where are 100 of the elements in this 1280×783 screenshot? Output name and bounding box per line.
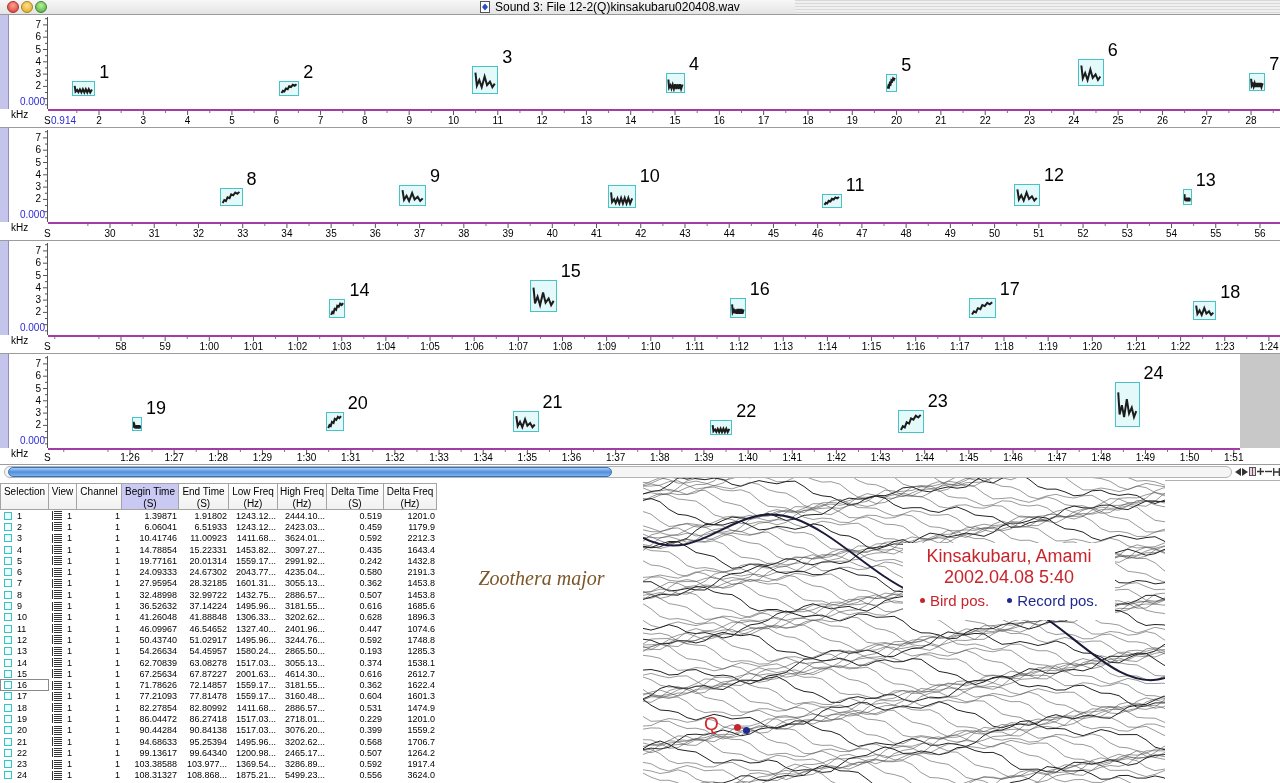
list-view-icon [52,590,62,600]
selection-cell[interactable]: 17 [0,690,49,703]
table-cell: 4235.04... [284,567,325,578]
table-cell: 0.592 [359,533,382,544]
selection-box[interactable] [1192,301,1217,320]
selection-cell[interactable]: 7 [0,577,49,590]
table-cell: 2001.63... [235,668,276,679]
selection-swatch-icon [4,613,12,622]
table-cell: 2444.10... [284,510,325,521]
selection-cell[interactable]: 22 [0,747,49,759]
selection-box[interactable] [1077,58,1104,86]
selection-box[interactable] [513,410,539,432]
selection-cell[interactable]: 6 [0,566,49,578]
column-header[interactable]: Low Freq (Hz) [229,483,278,510]
column-header[interactable]: Channel [77,483,122,510]
selection-box[interactable] [729,297,746,318]
time-tick-label: 37 [414,229,426,239]
list-view-icon [52,714,62,724]
selection-cell[interactable]: 21 [0,735,49,748]
frame-icon[interactable] [1249,467,1256,476]
pane-handle[interactable] [0,15,9,109]
selection-box[interactable] [328,299,346,319]
selection-cell[interactable]: 23 [0,758,49,770]
selection-box[interactable] [398,184,426,206]
selection-cell[interactable]: 15 [0,668,49,680]
selection-cell[interactable]: 10 [0,611,49,623]
selection-cell[interactable]: 19 [0,713,49,725]
table-cell: 0.459 [359,521,382,532]
time-tick-label: 12 [536,116,548,126]
time-tick-label: 1:16 [905,342,926,352]
selection-cell[interactable]: 11 [0,622,49,635]
pane-handle[interactable] [0,128,9,222]
column-header[interactable]: View [49,483,77,510]
selection-box[interactable] [72,80,96,96]
selection-box[interactable] [529,280,557,313]
selection-cell[interactable]: 18 [0,702,49,714]
column-header[interactable]: Delta Time (S) [327,483,384,510]
table-cell: 1.39871 [144,510,177,521]
selection-box[interactable] [1183,188,1192,205]
selection-cell[interactable]: 12 [0,634,49,646]
selection-cell[interactable]: 4 [0,543,49,556]
table-cell: 1 [67,567,72,578]
column-header[interactable]: High Freq (Hz) [278,483,327,510]
minus-icon[interactable] [1265,468,1272,475]
bracket-icon[interactable] [1273,467,1280,476]
selection-box[interactable] [897,409,924,434]
selection-box[interactable] [471,66,499,94]
row-number: 16 [17,680,27,691]
table-cell: 28.32185 [189,578,227,589]
selection-cell[interactable]: 14 [0,656,49,669]
scrollbar-track[interactable] [4,465,1232,478]
selection-box[interactable] [1013,184,1041,206]
selection-box[interactable] [822,194,842,208]
selection-box[interactable] [278,81,300,96]
selection-cell[interactable]: 9 [0,600,49,612]
column-header[interactable]: Delta Freq (Hz) [384,483,437,510]
selection-box[interactable] [969,298,996,318]
selection-box[interactable] [1115,382,1140,427]
table-cell: 1559.17... [235,680,276,691]
plus-icon[interactable] [1257,468,1264,475]
scroll-left-icon[interactable] [1235,467,1241,476]
selection-cell[interactable]: 20 [0,724,49,736]
selection-cell[interactable]: 8 [0,589,49,601]
row-number: 24 [17,770,27,781]
column-header[interactable]: Selection [0,483,49,510]
table-cell: 1 [115,521,120,532]
selection-cell[interactable]: 24 [0,769,49,782]
column-header[interactable]: Begin Time (S) [122,483,179,510]
close-icon[interactable] [7,1,19,13]
selection-cell[interactable]: 2 [0,521,49,533]
selection-cell[interactable]: 16 [0,679,49,691]
table-cell: 2865.50... [284,646,325,657]
selection-box[interactable] [608,184,636,208]
minimize-icon[interactable] [21,1,33,13]
pane-handle[interactable] [0,241,9,335]
selection-box[interactable] [886,74,898,92]
window-title: Sound 3: File 12-2(Q)kinsakubaru020408.wav [495,0,740,14]
selection-box[interactable] [220,188,243,207]
scroll-right-icon[interactable] [1242,467,1248,476]
frequency-tick-label: 2 [35,81,41,92]
zoom-icon[interactable] [35,1,47,13]
selection-number: 2 [303,63,314,82]
selection-cell[interactable]: 3 [0,532,49,544]
scrollbar-thumb[interactable] [8,466,612,477]
pane-handle[interactable] [0,354,9,448]
frequency-origin-label: 0.000 [19,323,45,333]
frequency-tick-label: 2 [35,307,41,318]
table-cell: 1559.17... [235,691,276,702]
selection-cell[interactable]: 5 [0,555,49,567]
selection-box[interactable] [1249,73,1266,92]
selection-box[interactable] [326,412,344,432]
selection-box[interactable] [709,419,733,436]
table-cell: 2423.03... [284,521,325,532]
selection-cell[interactable]: 1 [0,510,49,522]
selection-cell[interactable]: 13 [0,645,49,657]
table-cell: 103.38588 [134,759,177,770]
column-header[interactable]: End Time (S) [179,483,229,510]
selection-swatch-icon [4,703,12,712]
selection-box[interactable] [132,416,143,432]
selection-box[interactable] [665,72,685,94]
